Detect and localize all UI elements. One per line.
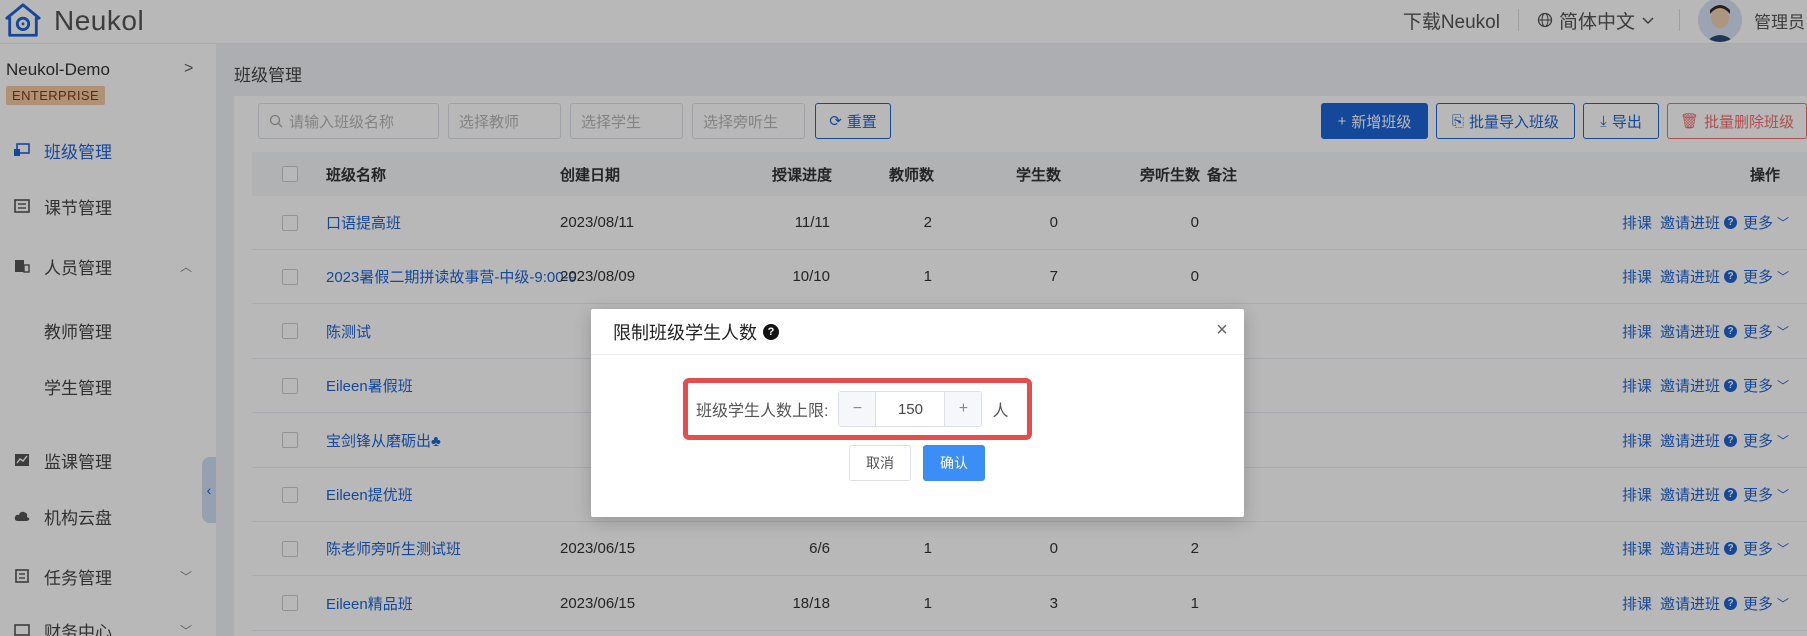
dialog-title: 限制班级学生人数 (613, 322, 757, 343)
confirm-button[interactable]: 确认 (923, 445, 985, 481)
decrement-button[interactable]: − (839, 392, 876, 426)
increment-button[interactable]: + (945, 392, 982, 426)
student-limit-label: 班级学生人数上限: (696, 403, 829, 420)
limit-students-dialog: 限制班级学生人数 ? × 班级学生人数上限: − 150 + 人 取消 确认 (591, 309, 1244, 517)
unit-label: 人 (992, 403, 1009, 420)
student-limit-field: 班级学生人数上限: − 150 + 人 (683, 378, 1032, 440)
help-icon[interactable]: ? (763, 323, 779, 340)
dialog-header: 限制班级学生人数 ? (591, 309, 1244, 355)
cancel-button[interactable]: 取消 (849, 445, 911, 481)
student-limit-stepper: − 150 + (838, 391, 983, 427)
close-icon[interactable]: × (1212, 320, 1232, 340)
student-limit-input[interactable]: 150 (875, 392, 946, 426)
